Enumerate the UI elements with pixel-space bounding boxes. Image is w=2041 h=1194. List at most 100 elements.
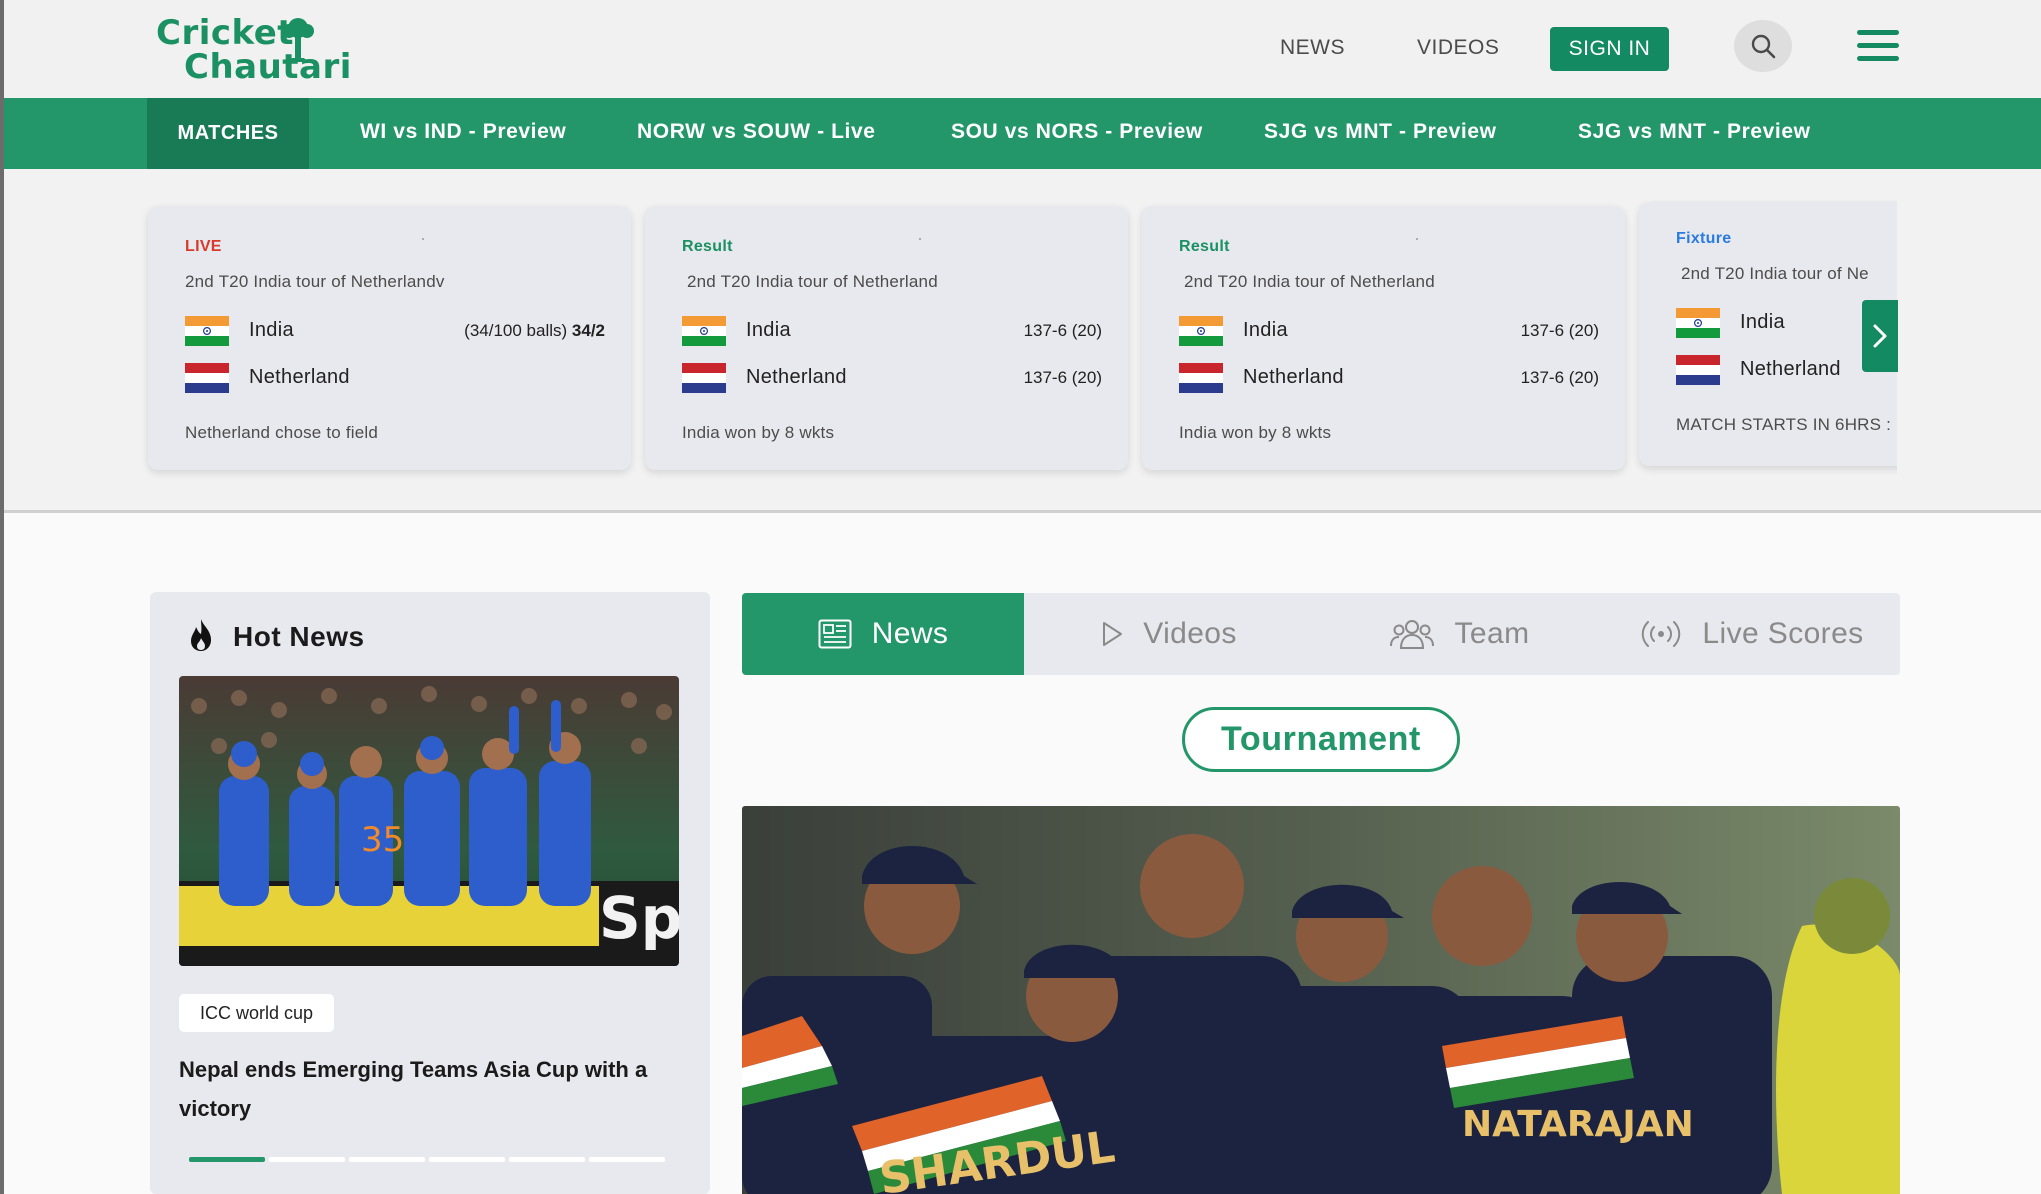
matches-bar: MATCHES WI vs IND - Preview NORW vs SOUW… xyxy=(4,98,2041,169)
team-score: (34/100 balls) 34/2 xyxy=(464,321,605,341)
broadcast-icon xyxy=(1642,621,1681,647)
match-link[interactable]: SJG vs MNT - Preview xyxy=(1264,120,1497,144)
team-name: Netherland xyxy=(746,366,847,388)
match-link[interactable]: SOU vs NORS - Preview xyxy=(951,120,1203,144)
match-summary: India won by 8 wkts xyxy=(1179,423,1332,442)
tournament-button[interactable]: Tournament xyxy=(1182,707,1460,772)
match-title: 2nd T20 India tour of Netherland xyxy=(1184,272,1435,291)
netherlands-flag-icon xyxy=(1179,363,1223,393)
hot-news-panel: Hot News Sp 35 ICC world cup Nepal ends … xyxy=(150,592,710,1194)
match-status: Result xyxy=(682,238,733,255)
team-score: 137-6 (20) xyxy=(1520,368,1599,387)
matches-label[interactable]: MATCHES xyxy=(147,98,309,169)
divider-dot xyxy=(919,238,921,240)
india-flag-icon xyxy=(185,316,229,346)
score-card[interactable]: Result 2nd T20 India tour of Netherland … xyxy=(1142,206,1625,470)
search-icon xyxy=(1751,34,1776,59)
chevron-right-icon xyxy=(1873,324,1887,348)
tab-news[interactable]: News xyxy=(742,593,1024,675)
svg-text:Sp: Sp xyxy=(599,884,679,952)
sign-in-button[interactable]: SIGN IN xyxy=(1550,27,1669,71)
team-score: 137-6 (20) xyxy=(1023,321,1102,340)
tree-logo-icon xyxy=(282,18,314,62)
news-category-tag[interactable]: ICC world cup xyxy=(179,994,335,1032)
team-row: India 137-6 (20) xyxy=(682,316,1102,348)
site-header: Cricket Chautari NEWS VIDEOS SIGN IN xyxy=(4,0,2041,98)
hot-news-image[interactable]: Sp 35 xyxy=(179,676,679,966)
nav-videos-link[interactable]: VIDEOS xyxy=(1417,36,1499,60)
match-countdown: MATCH STARTS IN 6HRS : xyxy=(1676,415,1892,434)
india-flag-icon xyxy=(1676,308,1720,338)
match-status: Result xyxy=(1179,238,1230,255)
logo-text-line1: Cricket xyxy=(156,13,295,53)
team-row: India (34/100 balls) 34/2 xyxy=(185,316,605,348)
team-name: India xyxy=(1740,311,1785,333)
team-name: Netherland xyxy=(249,366,350,388)
tab-videos[interactable]: Videos xyxy=(1024,593,1314,675)
logo-text-line2: Chautari xyxy=(184,47,352,87)
slide-dot[interactable] xyxy=(269,1157,345,1162)
tab-label: Live Scores xyxy=(1702,617,1864,650)
tab-label: Team xyxy=(1454,617,1530,650)
hot-news-title: Hot News xyxy=(233,621,365,652)
team-row: Netherland 137-6 (20) xyxy=(682,363,1102,395)
match-status: LIVE xyxy=(185,238,222,255)
match-title: 2nd T20 India tour of Ne xyxy=(1681,264,1869,283)
score-card[interactable]: Fixture 2nd T20 India tour of Ne India N… xyxy=(1639,202,1897,466)
team-name: India xyxy=(249,319,294,341)
site-logo[interactable]: Cricket Chautari xyxy=(154,12,351,84)
score-value: 34/2 xyxy=(571,321,605,340)
score-carousel: LIVE 2nd T20 India tour of Netherlandv I… xyxy=(140,200,1897,490)
nav-news-link[interactable]: NEWS xyxy=(1280,36,1345,60)
tab-label: Videos xyxy=(1143,617,1237,650)
players-celebrating-image: Sp 35 xyxy=(179,676,679,966)
tab-live-scores[interactable]: Live Scores xyxy=(1604,593,1900,675)
team-row: India 137-6 (20) xyxy=(1179,316,1599,348)
match-link[interactable]: NORW vs SOUW - Live xyxy=(637,120,876,144)
balls-info: (34/100 balls) xyxy=(464,321,572,340)
tab-team[interactable]: Team xyxy=(1314,593,1604,675)
news-headline[interactable]: Nepal ends Emerging Teams Asia Cup with … xyxy=(179,1050,679,1128)
content-tabs: News Videos Team Live Scores xyxy=(742,593,1900,675)
india-flag-icon xyxy=(1179,316,1223,346)
netherlands-flag-icon xyxy=(1676,355,1720,385)
carousel-next-button[interactable] xyxy=(1862,300,1898,372)
netherlands-flag-icon xyxy=(682,363,726,393)
netherlands-flag-icon xyxy=(185,363,229,393)
match-summary: Netherland chose to field xyxy=(185,423,379,442)
slide-dot[interactable] xyxy=(589,1157,665,1162)
divider-dot xyxy=(1416,238,1418,240)
slide-indicator xyxy=(189,1157,669,1163)
hamburger-menu-icon[interactable] xyxy=(1857,30,1901,64)
team-huddle-image: SHARDUL NATARAJAN xyxy=(742,806,1900,1194)
match-link[interactable]: WI vs IND - Preview xyxy=(360,120,566,144)
flame-icon xyxy=(191,619,211,651)
slide-dot[interactable] xyxy=(429,1157,505,1162)
search-button[interactable] xyxy=(1734,20,1792,72)
slide-dot[interactable] xyxy=(189,1157,265,1162)
match-title: 2nd T20 India tour of Netherlandv xyxy=(185,272,445,291)
featured-image[interactable]: SHARDUL NATARAJAN xyxy=(742,806,1900,1194)
svg-text:35: 35 xyxy=(361,820,404,860)
divider-dot xyxy=(422,238,424,240)
team-row: Netherland xyxy=(185,363,605,395)
team-score: 137-6 (20) xyxy=(1520,321,1599,340)
match-summary: India won by 8 wkts xyxy=(682,423,835,442)
newspaper-icon xyxy=(818,619,852,649)
match-status: Fixture xyxy=(1676,230,1732,247)
svg-text:NATARAJAN: NATARAJAN xyxy=(1462,1104,1694,1145)
team-row: Netherland 137-6 (20) xyxy=(1179,363,1599,395)
match-link[interactable]: SJG vs MNT - Preview xyxy=(1578,120,1811,144)
team-name: India xyxy=(1243,319,1288,341)
team-name: Netherland xyxy=(1243,366,1344,388)
team-name: Netherland xyxy=(1740,358,1841,380)
tab-label: News xyxy=(871,617,949,650)
score-card[interactable]: LIVE 2nd T20 India tour of Netherlandv I… xyxy=(148,206,631,470)
team-icon xyxy=(1389,620,1434,649)
team-score: 137-6 (20) xyxy=(1023,368,1102,387)
team-name: India xyxy=(746,319,791,341)
slide-dot[interactable] xyxy=(349,1157,425,1162)
score-card[interactable]: Result 2nd T20 India tour of Netherland … xyxy=(645,206,1128,470)
slide-dot[interactable] xyxy=(509,1157,585,1162)
play-icon xyxy=(1103,622,1123,646)
